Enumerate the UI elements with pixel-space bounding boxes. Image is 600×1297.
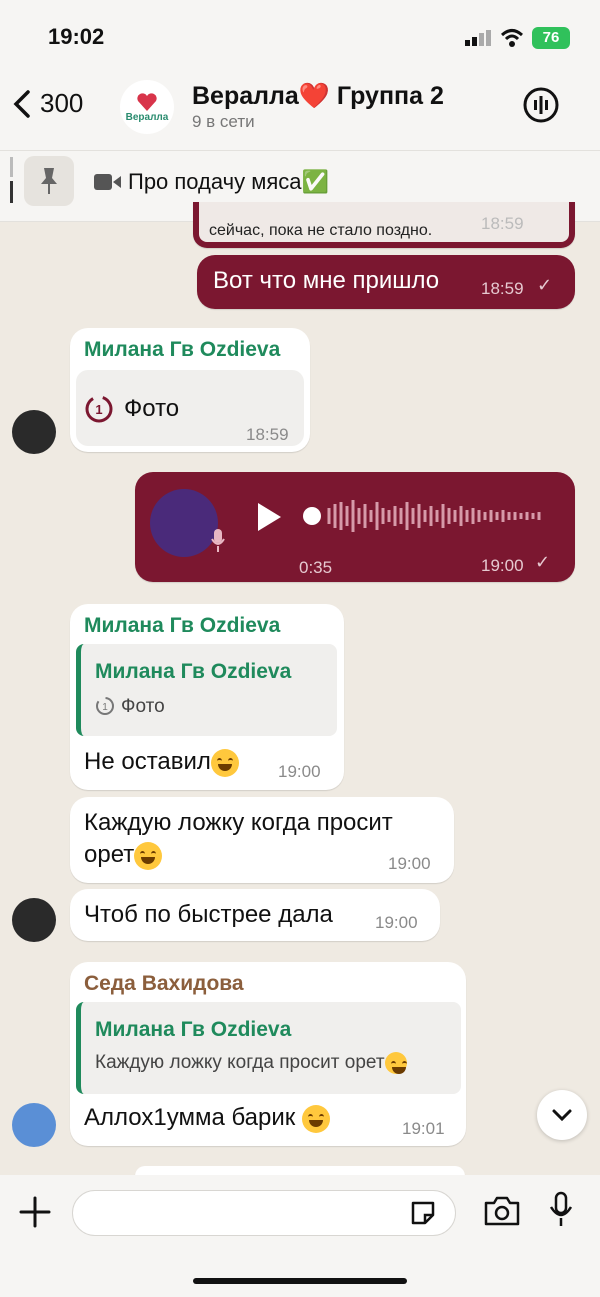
message-bubble[interactable]: сейчас, пока не стало поздно. 18:59 [193, 202, 575, 248]
reply-quote[interactable]: Милана Гв Ozdieva 1 Фото [76, 644, 337, 736]
quote-text: Каждую ложку когда просит орет [95, 1052, 407, 1074]
tears-of-joy-emoji-icon [384, 1052, 407, 1074]
message-time: 18:59 [481, 279, 524, 298]
message-time: 18:59 [481, 214, 524, 233]
message-bubble[interactable]: Вот что мне пришло 18:59 ✓ [197, 255, 575, 309]
message-bubble[interactable]: Седа Вахидова Милана Гв Ozdieva Каждую л… [70, 962, 466, 1146]
read-check-icon: ✓ [537, 275, 553, 295]
pinned-text: Про подачу мяса✅ [94, 169, 329, 195]
logo-text: Beралла [125, 111, 169, 123]
online-count: 9 в сети [192, 112, 255, 131]
back-chevron-icon [13, 89, 30, 118]
message-time: 19:00 [278, 762, 321, 781]
read-check-icon: ✓ [535, 552, 551, 572]
message-line: Каждую ложку когда просит [84, 809, 393, 836]
pin-icon [41, 168, 57, 194]
scroll-down-button[interactable] [537, 1090, 587, 1140]
wifi-icon [500, 29, 524, 47]
plus-icon[interactable] [18, 1195, 52, 1229]
home-indicator [193, 1278, 407, 1284]
tears-of-joy-emoji-icon [301, 1104, 330, 1133]
chat-header: 300 Beралла Beралла❤️ Группа 2 9 в сети [0, 70, 600, 150]
voice-avatar [150, 489, 218, 557]
sender-name[interactable]: Седа Вахидова [84, 972, 244, 996]
sender-name[interactable]: Милана Гв Ozdieva [84, 338, 280, 362]
quote-sender: Милана Гв Ozdieva [95, 1018, 292, 1041]
message-text: Фото [124, 395, 180, 422]
voice-call-icon[interactable] [522, 86, 560, 124]
message-text: Не оставил [84, 746, 239, 778]
chat-title[interactable]: Beралла❤️ Группа 2 [192, 82, 444, 111]
tears-of-joy-emoji-icon [134, 841, 163, 870]
message-text-content: Аллох1умма барик [84, 1104, 302, 1131]
message-time: 19:01 [402, 1119, 445, 1138]
status-time: 19:02 [48, 24, 105, 49]
pin-button[interactable] [24, 156, 74, 206]
message-text: сейчас, пока не стало поздно. [209, 222, 433, 239]
heart-logo-icon [137, 92, 157, 111]
message-bubble[interactable]: Милана Гв Ozdieva 1 Фото 18:59 [70, 328, 310, 452]
quote-text-content: Каждую ложку когда просит орет [95, 1052, 385, 1074]
battery-indicator: 76 [532, 27, 570, 49]
message-bubble[interactable]: Чтоб по быстрее дала 19:00 [70, 889, 440, 941]
pin-indicator-active [10, 181, 13, 203]
voice-duration: 0:35 [299, 558, 333, 577]
svg-text:1: 1 [95, 402, 102, 417]
message-time: 19:00 [388, 854, 431, 873]
svg-text:1: 1 [102, 702, 108, 713]
unread-count: 300 [40, 88, 84, 118]
avatar[interactable] [12, 410, 56, 454]
voice-message-bubble[interactable]: 0:35 19:00 ✓ [135, 472, 575, 582]
reply-quote[interactable]: Милана Гв Ozdieva Каждую ложку когда про… [76, 1002, 461, 1094]
play-icon[interactable] [255, 501, 283, 533]
view-once-icon: 1 [85, 395, 113, 423]
avatar[interactable] [12, 898, 56, 942]
message-text-content: Не оставил [84, 748, 211, 775]
message-bubble[interactable]: Милана Гв Ozdieva Милана Гв Ozdieva 1 Фо… [70, 604, 344, 790]
sender-name[interactable]: Милана Гв Ozdieva [84, 614, 280, 638]
sticker-icon[interactable] [409, 1199, 437, 1227]
message-text: Вот что мне пришло [213, 267, 440, 294]
video-icon [94, 174, 121, 190]
message-text: Аллох1умма барик [84, 1102, 330, 1134]
quote-sender: Милана Гв Ozdieva [95, 660, 292, 683]
message-time: 19:00 [481, 556, 524, 575]
chevron-down-icon [552, 1109, 572, 1122]
pinned-label: Про подачу мяса✅ [128, 169, 329, 194]
avatar[interactable] [12, 1103, 56, 1147]
status-bar: 19:02 76 [0, 0, 600, 70]
quote-text: Фото [121, 696, 165, 717]
tears-of-joy-emoji-icon [210, 748, 239, 777]
pin-indicator [10, 157, 13, 177]
message-text: Каждую ложку когда просит орет [84, 807, 393, 871]
message-bubble[interactable]: Каждую ложку когда просит орет 19:00 [70, 797, 454, 883]
message-line: орет [84, 841, 135, 868]
waveform[interactable] [301, 496, 551, 536]
microphone-icon[interactable] [548, 1191, 574, 1229]
group-avatar[interactable]: Beралла [120, 80, 174, 134]
message-time: 18:59 [246, 425, 289, 444]
signal-icon [465, 30, 491, 46]
back-button[interactable]: 300 [10, 88, 83, 119]
microphone-icon [211, 529, 225, 552]
camera-icon[interactable] [483, 1195, 521, 1227]
view-once-icon: 1 [96, 697, 114, 715]
message-time: 19:00 [375, 913, 418, 932]
message-text: Чтоб по быстрее дала [84, 901, 333, 928]
message-input[interactable] [72, 1190, 456, 1236]
